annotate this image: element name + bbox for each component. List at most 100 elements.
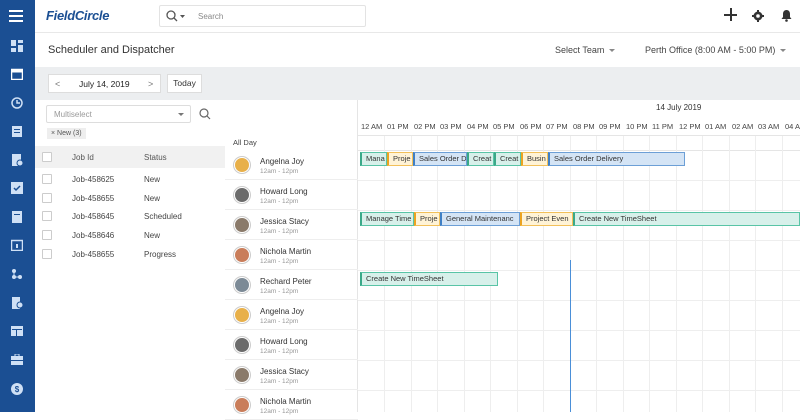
row-checkbox[interactable]	[42, 193, 52, 203]
col-job-id[interactable]: Job Id	[72, 153, 94, 162]
event-block[interactable]: Creat	[494, 152, 521, 166]
timeline-date-header: 14 July 2019	[358, 100, 800, 122]
table-row[interactable]: Job-458655 Progress	[35, 245, 225, 264]
row-line	[358, 270, 800, 271]
row-checkbox[interactable]	[42, 174, 52, 184]
checkbox-icon[interactable]	[11, 182, 23, 194]
select-team-dropdown[interactable]: Select Team	[555, 45, 615, 55]
table-row[interactable]: Job-458646 New	[35, 226, 225, 245]
filter-chip[interactable]: × New (3)	[47, 128, 86, 139]
document-icon[interactable]	[11, 154, 23, 166]
event-block[interactable]: Sales Order Delivery	[548, 152, 685, 166]
current-time-indicator	[570, 260, 571, 412]
current-date[interactable]: July 14, 2019	[79, 79, 130, 89]
svg-text:$: $	[15, 385, 20, 394]
hour-label: 04 A	[785, 122, 800, 131]
timeline-date: 14 July 2019	[656, 103, 702, 112]
event-block[interactable]: Busin	[521, 152, 548, 166]
inventory-icon[interactable]	[11, 354, 23, 366]
dashboard-icon[interactable]	[11, 40, 23, 52]
col-status[interactable]: Status	[144, 153, 167, 162]
hour-label: 01 AM	[705, 122, 727, 131]
row-checkbox[interactable]	[42, 249, 52, 259]
row-line	[358, 360, 800, 361]
bell-icon[interactable]	[781, 9, 792, 22]
resource-hours: 12am - 12pm	[260, 228, 299, 235]
event-block[interactable]: Project Even	[520, 212, 573, 226]
table-icon[interactable]	[11, 325, 23, 337]
filter-search-icon[interactable]	[199, 108, 211, 120]
job-table-header: Job Id Status	[35, 146, 225, 168]
resource-name: Jessica Stacy	[260, 367, 309, 376]
select-all-checkbox[interactable]	[42, 152, 52, 162]
event-block[interactable]: Mana	[360, 152, 387, 166]
workflow-icon[interactable]	[11, 268, 23, 280]
resource-row[interactable]: Howard Long 12am - 12pm	[225, 180, 358, 210]
hour-label: 02 AM	[732, 122, 754, 131]
timeline-grid[interactable]: 14 July 2019 12 AM 01 PM 02 PM 03 PM 04 …	[358, 100, 800, 412]
event-block[interactable]: Manage Time	[360, 212, 414, 226]
job-id: Job-458655	[72, 250, 115, 259]
resource-row[interactable]: Nichola Martin 12am - 12pm	[225, 240, 358, 270]
job-id: Job-458655	[72, 194, 115, 203]
today-button[interactable]: Today	[167, 74, 202, 93]
row-line	[358, 300, 800, 301]
table-row[interactable]: Job-458655 New	[35, 189, 225, 208]
report-icon[interactable]	[11, 297, 23, 309]
table-row[interactable]: Job-458645 Scheduled	[35, 207, 225, 226]
multiselect-dropdown[interactable]: Multiselect	[46, 105, 191, 123]
resource-header: All Day	[225, 100, 358, 150]
resource-row[interactable]: Howard Long 12am - 12pm	[225, 330, 358, 360]
gear-icon[interactable]	[752, 10, 764, 22]
all-day-row[interactable]	[358, 136, 800, 151]
resource-hours: 12am - 12pm	[260, 198, 299, 205]
table-row[interactable]: Job-458625 New	[35, 170, 225, 189]
add-icon[interactable]	[724, 8, 737, 21]
menu-icon[interactable]	[9, 10, 23, 22]
event-block[interactable]: Proje	[387, 152, 413, 166]
schedule-icon[interactable]	[11, 239, 23, 251]
search-box[interactable]: Search	[159, 5, 366, 27]
search-dropdown-icon[interactable]	[180, 15, 185, 19]
avatar	[234, 247, 250, 263]
office-dropdown[interactable]: Perth Office (8:00 AM - 5:00 PM)	[645, 45, 786, 55]
avatar	[234, 187, 250, 203]
app-logo[interactable]: FieldCircle	[46, 8, 109, 23]
resource-row[interactable]: Jessica Stacy 12am - 12pm	[225, 360, 358, 390]
next-date-button[interactable]: >	[148, 79, 153, 89]
event-block[interactable]: Create New TimeSheet	[360, 272, 498, 286]
multiselect-placeholder: Multiselect	[54, 110, 92, 119]
event-block[interactable]: General Maintenanc	[440, 212, 520, 226]
event-block[interactable]: Creat	[467, 152, 494, 166]
event-block[interactable]: Create New TimeSheet	[573, 212, 800, 226]
dispatch-icon[interactable]	[11, 97, 23, 109]
clipboard-icon[interactable]	[11, 125, 23, 137]
all-day-label: All Day	[233, 138, 257, 147]
grid-line	[702, 136, 703, 412]
resource-row[interactable]: Jessica Stacy 12am - 12pm	[225, 210, 358, 240]
prev-date-button[interactable]: <	[55, 79, 60, 89]
row-checkbox[interactable]	[42, 211, 52, 221]
invoice-icon[interactable]	[11, 211, 23, 223]
event-block[interactable]: Sales Order D	[413, 152, 467, 166]
resource-hours: 12am - 12pm	[260, 378, 299, 385]
search-input[interactable]: Search	[198, 12, 223, 21]
hour-label: 03 AM	[758, 122, 780, 131]
avatar	[234, 337, 250, 353]
event-block[interactable]: Proje	[414, 212, 440, 226]
resource-row[interactable]: Nichola Martin 12am - 12pm	[225, 390, 358, 420]
resource-row[interactable]: Angelna Joy 12am - 12pm	[225, 300, 358, 330]
avatar	[234, 277, 250, 293]
resource-name: Howard Long	[260, 187, 308, 196]
hour-label: 12 PM	[679, 122, 701, 131]
grid-line	[596, 136, 597, 412]
resource-row[interactable]: Rechard Peter 12am - 12pm	[225, 270, 358, 300]
resource-hours: 12am - 12pm	[260, 168, 299, 175]
hour-label: 12 AM	[361, 122, 383, 131]
dollar-icon[interactable]: $	[11, 383, 23, 395]
page-title: Scheduler and Dispatcher	[48, 44, 175, 56]
row-checkbox[interactable]	[42, 230, 52, 240]
resource-row[interactable]: Angelna Joy 12am - 12pm	[225, 150, 358, 180]
job-id: Job-458625	[72, 175, 115, 184]
calendar-icon[interactable]	[11, 68, 23, 80]
